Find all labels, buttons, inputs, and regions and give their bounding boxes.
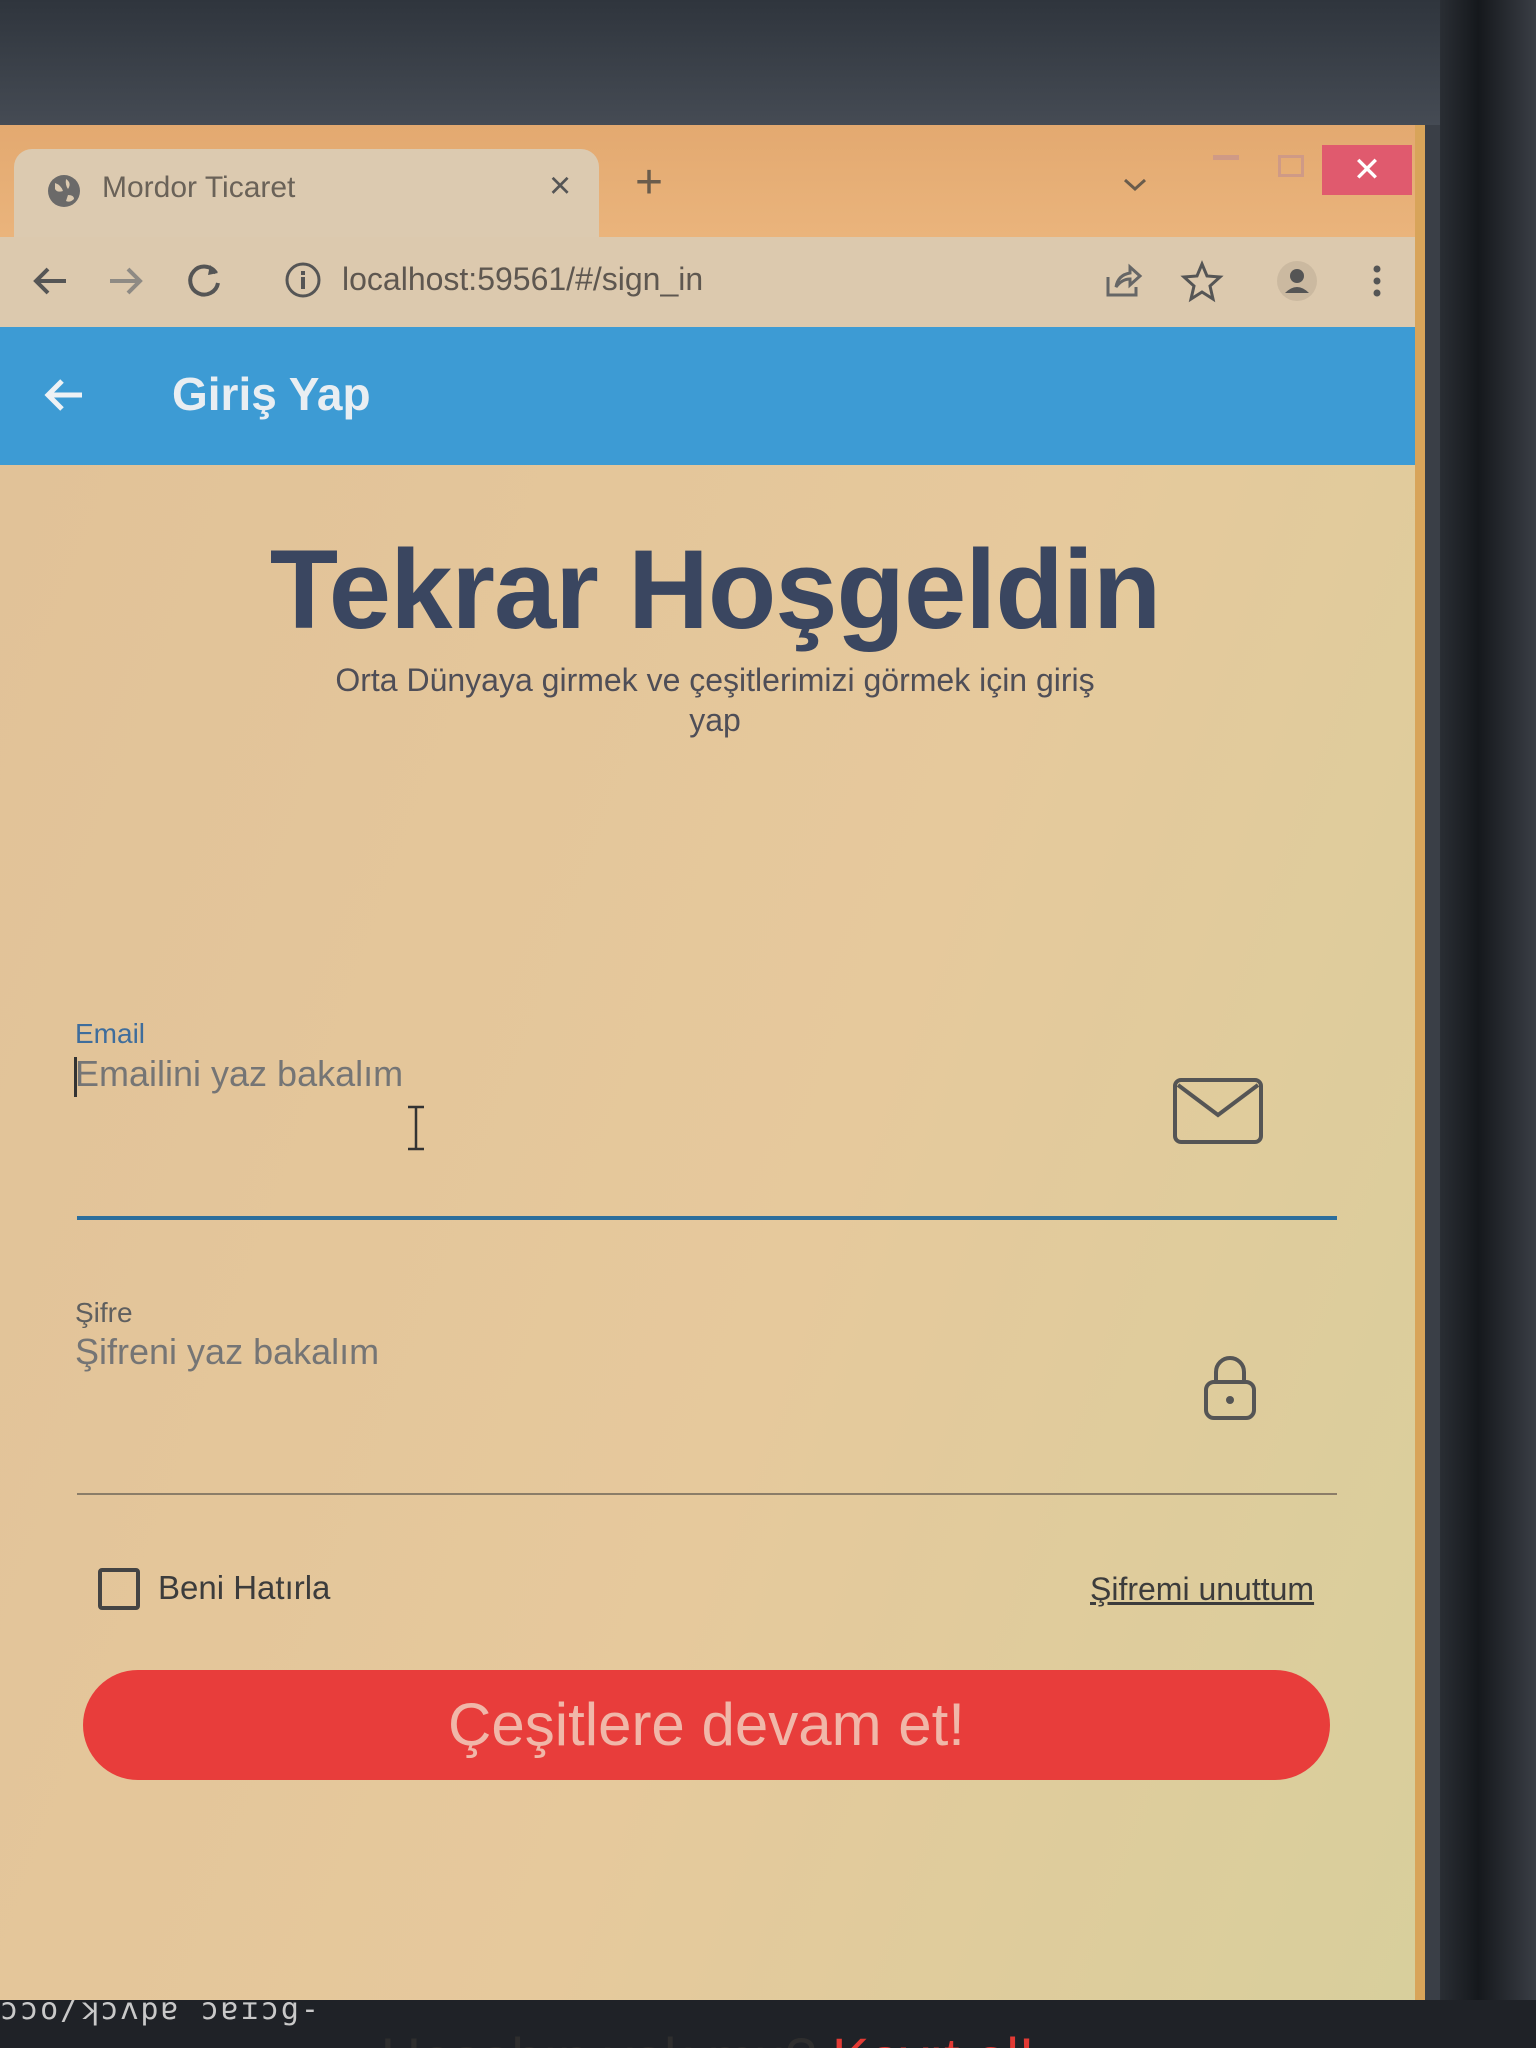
tab-bar: Mordor Ticaret × + ✕ (0, 125, 1415, 237)
monitor-bezel-right (1440, 0, 1536, 2048)
share-icon[interactable] (1100, 259, 1144, 303)
lock-icon (1204, 1356, 1256, 1420)
browser-tab[interactable]: Mordor Ticaret × (14, 149, 599, 237)
minimize-window-button[interactable] (1213, 155, 1239, 161)
app-bar: Giriş Yap (0, 327, 1415, 465)
forward-arrow-icon[interactable] (102, 257, 150, 305)
signup-prompt: Hesabın yok mu? Kayıt ol! (0, 2025, 1415, 2048)
browser-toolbar: localhost:59561/#/sign_in (0, 237, 1415, 327)
globe-icon (48, 175, 80, 207)
reload-icon[interactable] (180, 257, 228, 305)
continue-button[interactable]: Çeşitlere devam et! (83, 1670, 1330, 1780)
new-tab-button[interactable]: + (635, 155, 663, 210)
text-caret (74, 1057, 77, 1097)
signup-link[interactable]: Kayıt ol! (832, 2026, 1034, 2048)
signup-prompt-text: Hesabın yok mu? (381, 2026, 817, 2048)
address-bar[interactable]: localhost:59561/#/sign_in (342, 261, 703, 298)
welcome-heading: Tekrar Hoşgeldin (269, 527, 1162, 652)
tab-close-button[interactable]: × (549, 165, 571, 208)
mail-icon (1173, 1078, 1263, 1144)
profile-icon[interactable] (1275, 259, 1319, 303)
forgot-password-link[interactable]: Şifremi unuttum (1090, 1571, 1314, 1608)
email-field[interactable] (75, 1053, 1125, 1095)
remember-me-label: Beni Hatırla (158, 1569, 331, 1606)
email-underline (77, 1216, 1337, 1220)
chevron-down-icon[interactable] (1120, 169, 1150, 199)
more-menu-icon[interactable] (1355, 259, 1399, 303)
password-underline (77, 1493, 1337, 1495)
password-label: Şifre (75, 1297, 133, 1328)
password-field[interactable] (75, 1331, 1125, 1373)
back-arrow-icon[interactable] (38, 369, 90, 421)
email-label: Email (75, 1018, 146, 1049)
star-icon[interactable] (1180, 259, 1224, 303)
remember-me-checkbox[interactable] (98, 1568, 140, 1610)
monitor-bezel-top (0, 0, 1536, 125)
welcome-subtitle: Orta Dünyaya girmek ve çeşitlerimizi gör… (335, 662, 1095, 738)
close-window-button[interactable]: ✕ (1322, 145, 1412, 195)
mouse-ibeam-cursor (408, 1105, 424, 1151)
tab-title: Mordor Ticaret (102, 171, 296, 204)
back-arrow-icon[interactable] (26, 257, 74, 305)
browser-window: Mordor Ticaret × + ✕ localhost:59561/#/s… (0, 125, 1425, 2048)
page-title: Giriş Yap (172, 368, 371, 420)
info-icon[interactable] (284, 261, 322, 299)
maximize-window-button[interactable] (1278, 155, 1304, 177)
